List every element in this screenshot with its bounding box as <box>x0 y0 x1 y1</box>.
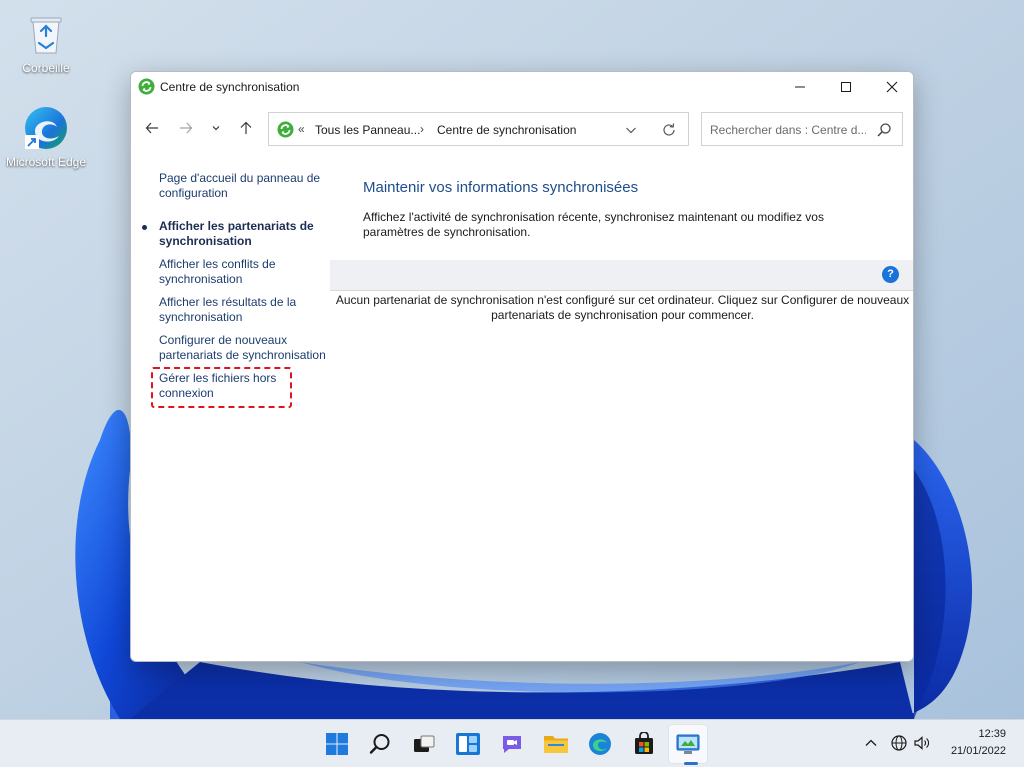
forward-arrow-icon <box>180 122 193 134</box>
search-input[interactable]: Rechercher dans : Centre d... <box>701 112 903 146</box>
minimize-icon <box>795 86 805 88</box>
teams-chat-icon <box>503 736 521 753</box>
chevron-up-icon <box>865 739 877 746</box>
taskbar-start[interactable] <box>317 724 357 764</box>
network-icon <box>891 735 907 751</box>
desktop-icon-label: Microsoft Edge <box>5 155 87 169</box>
back-button[interactable] <box>140 116 164 140</box>
taskbar-control-panel[interactable] <box>668 724 708 764</box>
clock-date[interactable]: 21/01/2022 <box>940 745 1006 757</box>
highlight-annotation <box>151 367 292 408</box>
tray-network[interactable] <box>888 732 910 754</box>
taskbar-file-explorer[interactable] <box>536 724 576 764</box>
search-placeholder: Rechercher dans : Centre d... <box>710 123 866 137</box>
control-panel-icon <box>676 734 700 754</box>
store-icon <box>635 732 653 754</box>
taskbar-task-view[interactable] <box>404 724 444 764</box>
widgets-icon <box>456 733 480 755</box>
taskbar-store[interactable] <box>624 724 664 764</box>
sidebar-item-control-panel-home[interactable]: Page d'accueil du panneau de configurati… <box>159 171 331 201</box>
forward-button[interactable] <box>174 116 198 140</box>
volume-icon <box>914 736 929 750</box>
close-button[interactable] <box>869 72 913 102</box>
sidebar-item-sync-results[interactable]: Afficher les résultats de la synchronisa… <box>159 295 304 325</box>
sidebar-item-sync-partnerships[interactable]: Afficher les partenariats de synchronisa… <box>159 219 331 249</box>
sync-center-icon <box>277 121 294 138</box>
taskbar-widgets[interactable] <box>448 724 488 764</box>
chevron-down-icon[interactable] <box>623 122 639 138</box>
sidebar-item-sync-conflicts[interactable]: Afficher les conflits de synchronisation <box>159 257 299 287</box>
sidebar-item-setup-partnerships[interactable]: Configurer de nouveaux partenariats de s… <box>159 333 334 363</box>
sync-center-icon <box>138 78 155 95</box>
edge-icon <box>25 107 67 149</box>
taskbar-search[interactable] <box>360 724 400 764</box>
refresh-icon[interactable] <box>660 121 678 139</box>
tray-volume[interactable] <box>911 732 933 754</box>
divider <box>330 290 913 291</box>
help-icon[interactable]: ? <box>882 266 899 283</box>
start-icon <box>326 733 348 755</box>
selected-bullet <box>142 225 147 230</box>
breadcrumb-control-panel[interactable]: Tous les Panneau... <box>315 123 420 137</box>
page-description: Affichez l'activité de synchronisation r… <box>363 210 824 239</box>
address-bar[interactable]: « Tous les Panneau... › Centre de synchr… <box>268 112 689 146</box>
content-toolbar: ? <box>330 260 913 290</box>
taskbar-chat[interactable] <box>492 724 532 764</box>
tray-overflow-button[interactable] <box>860 732 882 754</box>
recycle-bin-icon <box>30 17 62 54</box>
empty-state-message: Aucun partenariat de synchronisation n'e… <box>335 293 910 322</box>
file-explorer-icon <box>544 736 568 753</box>
close-icon <box>886 81 898 93</box>
search-icon[interactable] <box>876 122 892 138</box>
maximize-icon <box>841 82 851 92</box>
breadcrumb-sync-center[interactable]: Centre de synchronisation <box>437 123 576 137</box>
active-app-indicator <box>684 762 698 765</box>
search-icon <box>369 734 390 754</box>
task-view-icon <box>414 735 435 752</box>
taskbar: 12:39 21/01/2022 <box>0 719 1024 767</box>
breadcrumb-separator[interactable]: › <box>420 122 424 136</box>
desktop-icon-label: Corbeille <box>22 61 70 75</box>
edge-icon <box>589 733 611 755</box>
title-bar[interactable]: Centre de synchronisation <box>131 72 913 102</box>
minimize-button[interactable] <box>777 72 823 102</box>
taskbar-edge[interactable] <box>580 724 620 764</box>
back-arrow-icon <box>145 122 158 134</box>
chevron-down-icon <box>212 126 220 131</box>
desktop-icon-recycle-bin[interactable]: Corbeille <box>1 10 91 75</box>
up-arrow-icon <box>240 121 252 134</box>
desktop-icon-edge[interactable]: Microsoft Edge <box>1 104 91 169</box>
page-title: Maintenir vos informations synchronisées <box>363 179 639 196</box>
clock-time[interactable]: 12:39 <box>950 728 1006 740</box>
maximize-button[interactable] <box>823 72 869 102</box>
recent-locations-button[interactable] <box>206 116 226 140</box>
window-title: Centre de synchronisation <box>160 80 300 94</box>
sync-center-window: Centre de synchronisation « Tous les Pan… <box>130 71 914 662</box>
up-button[interactable] <box>234 116 258 140</box>
address-overflow-chevron[interactable]: « <box>298 122 305 136</box>
